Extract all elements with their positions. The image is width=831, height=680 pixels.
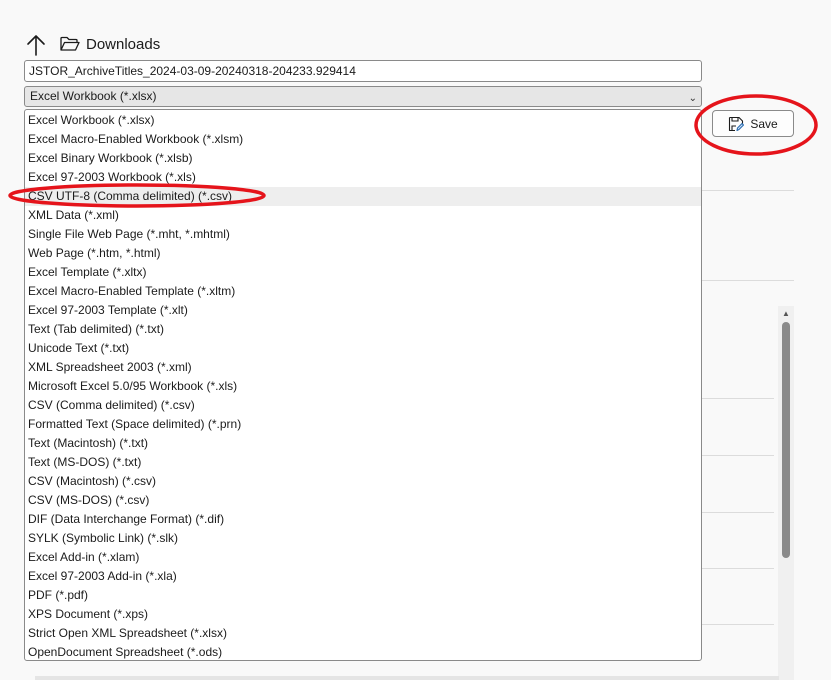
dropdown-option[interactable]: Microsoft Excel 5.0/95 Workbook (*.xls) [25, 377, 701, 396]
scroll-up-icon[interactable]: ▲ [778, 308, 794, 320]
dropdown-option[interactable]: Excel 97-2003 Template (*.xlt) [25, 301, 701, 320]
divider [702, 455, 774, 456]
divider [702, 568, 774, 569]
dropdown-option[interactable]: Text (Tab delimited) (*.txt) [25, 320, 701, 339]
dropdown-option[interactable]: Web Page (*.htm, *.html) [25, 244, 701, 263]
save-disk-pencil-icon [729, 116, 745, 131]
dropdown-option[interactable]: SYLK (Symbolic Link) (*.slk) [25, 529, 701, 548]
dropdown-option[interactable]: Excel Macro-Enabled Workbook (*.xlsm) [25, 130, 701, 149]
dropdown-option[interactable]: Single File Web Page (*.mht, *.mhtml) [25, 225, 701, 244]
dropdown-option[interactable]: Excel 97-2003 Add-in (*.xla) [25, 567, 701, 586]
dropdown-option[interactable]: XPS Document (*.xps) [25, 605, 701, 624]
dropdown-option[interactable]: OpenDocument Spreadsheet (*.ods) [25, 643, 701, 660]
chevron-down-icon: ⌄ [688, 93, 697, 104]
dropdown-option[interactable]: Excel 97-2003 Workbook (*.xls) [25, 168, 701, 187]
dropdown-option[interactable]: Excel Macro-Enabled Template (*.xltm) [25, 282, 701, 301]
dropdown-option[interactable]: CSV (Macintosh) (*.csv) [25, 472, 701, 491]
scrollbar-thumb[interactable] [782, 322, 790, 558]
divider [702, 398, 774, 399]
dropdown-option[interactable]: Excel Template (*.xltx) [25, 263, 701, 282]
dropdown-option[interactable]: DIF (Data Interchange Format) (*.dif) [25, 510, 701, 529]
dropdown-option[interactable]: Text (MS-DOS) (*.txt) [25, 453, 701, 472]
dropdown-option[interactable]: Excel Binary Workbook (*.xlsb) [25, 149, 701, 168]
divider [702, 280, 794, 281]
dropdown-option[interactable]: CSV UTF-8 (Comma delimited) (*.csv) [25, 187, 701, 206]
dropdown-option[interactable]: XML Spreadsheet 2003 (*.xml) [25, 358, 701, 377]
dropdown-option[interactable]: Strict Open XML Spreadsheet (*.xlsx) [25, 624, 701, 643]
dropdown-option[interactable]: CSV (MS-DOS) (*.csv) [25, 491, 701, 510]
dropdown-option[interactable]: Unicode Text (*.txt) [25, 339, 701, 358]
dropdown-option[interactable]: PDF (*.pdf) [25, 586, 701, 605]
dropdown-option[interactable]: Text (Macintosh) (*.txt) [25, 434, 701, 453]
filetype-selected-value: Excel Workbook (*.xlsx) [30, 89, 157, 103]
divider [702, 624, 774, 625]
filename-input[interactable] [24, 60, 702, 82]
dropdown-option[interactable]: Excel Add-in (*.xlam) [25, 548, 701, 567]
dropdown-option[interactable]: Formatted Text (Space delimited) (*.prn) [25, 415, 701, 434]
up-arrow-icon[interactable] [25, 33, 47, 57]
divider [702, 190, 794, 191]
save-as-panel: Downloads Excel Workbook (*.xlsx) ⌄ Exce… [0, 0, 831, 680]
open-folder-icon [60, 36, 80, 51]
bottom-divider [35, 676, 779, 680]
filetype-select[interactable]: Excel Workbook (*.xlsx) ⌄ [24, 86, 702, 107]
divider [702, 512, 774, 513]
save-button-label: Save [750, 116, 778, 131]
dropdown-option[interactable]: Excel Workbook (*.xlsx) [25, 111, 701, 130]
filetype-dropdown-list: Excel Workbook (*.xlsx) Excel Macro-Enabl… [24, 109, 702, 661]
dropdown-option[interactable]: XML Data (*.xml) [25, 206, 701, 225]
current-folder-label[interactable]: Downloads [86, 36, 160, 53]
dropdown-option[interactable]: CSV (Comma delimited) (*.csv) [25, 396, 701, 415]
save-button[interactable]: Save [712, 110, 794, 137]
